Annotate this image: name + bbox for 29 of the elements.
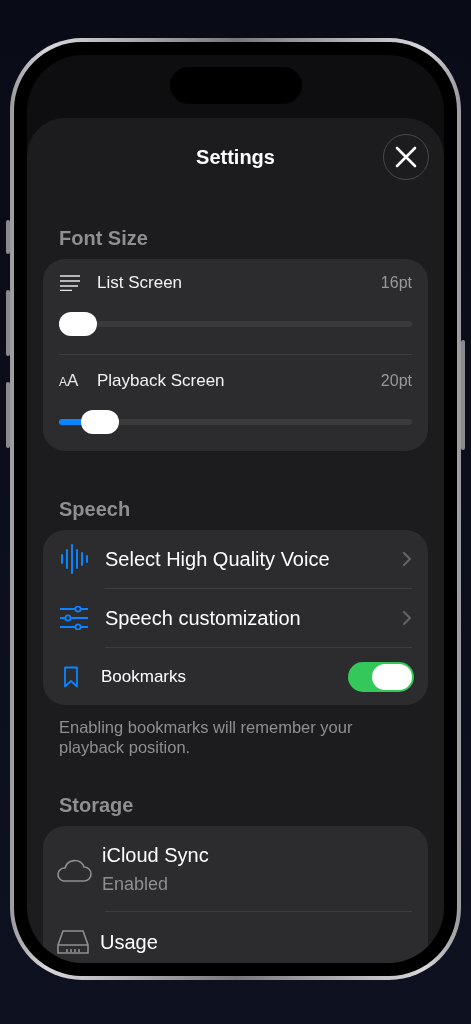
setting-label: Bookmarks [101,666,188,687]
font-size-slider[interactable] [59,410,412,434]
toggle-switch[interactable] [348,661,414,692]
section-heading: Speech [59,497,132,521]
text-size-icon: AA [59,371,83,391]
chevron-icon [402,610,412,626]
sliders-icon [59,606,89,630]
font-size-slider[interactable] [59,312,412,336]
text-lines-icon [59,275,81,291]
section-heading: Storage [59,793,135,817]
waveform-icon [59,544,89,574]
settings-row[interactable]: Speech customization [59,589,412,647]
setting-label: iCloud Sync [102,843,209,867]
drive-icon [56,929,90,955]
status-text: Enabled [102,873,170,896]
size-value: 20pt [380,372,412,390]
close-button[interactable] [383,134,429,180]
close-icon [395,146,417,168]
section-heading: Font Size [59,226,149,250]
bookmark-icon [63,665,79,688]
size-value: 16pt [380,274,412,292]
footnote-text: Enabling bookmarks will remember your playback position. [59,717,354,757]
sheet-title: Settings [196,145,275,169]
chevron-icon [402,551,412,567]
setting-label: List Screen [97,273,184,293]
cloud-icon [56,857,92,882]
setting-label: Usage [100,930,158,954]
setting-label: Playback Screen [97,371,226,391]
settings-row[interactable]: Select High Quality Voice [59,530,412,588]
